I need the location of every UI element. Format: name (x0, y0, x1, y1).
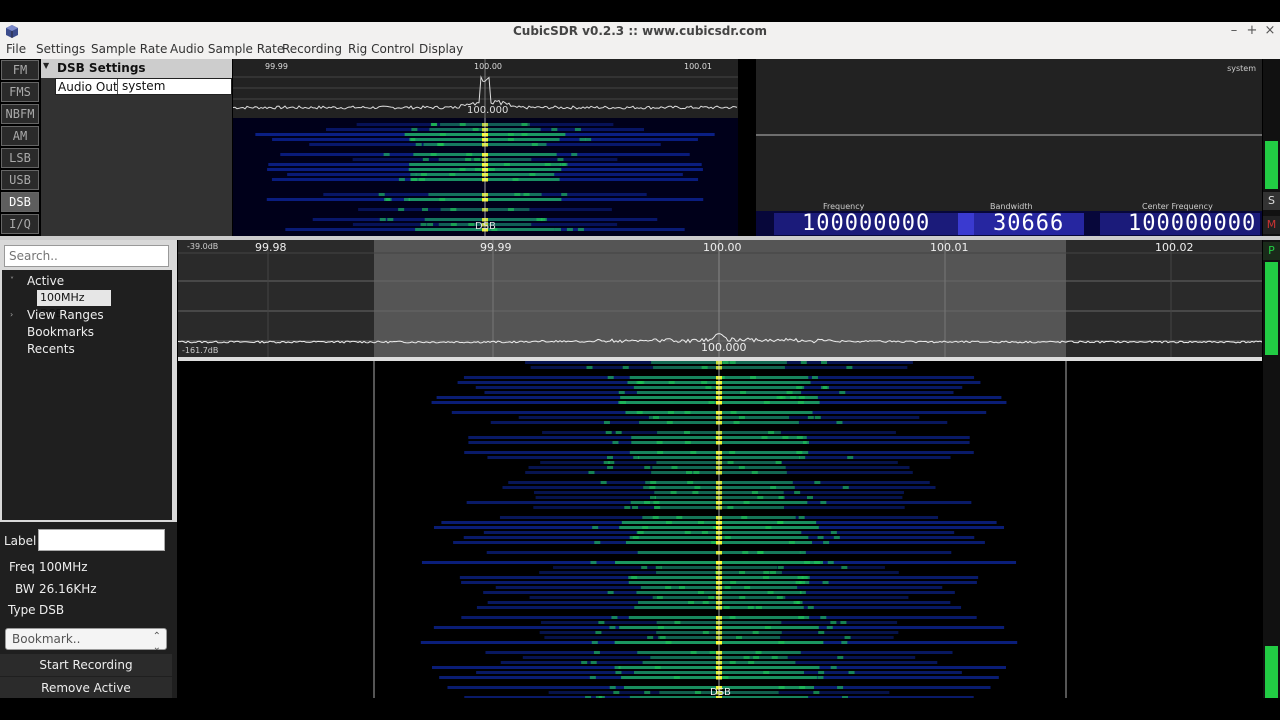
mini-center-freq: 100.000 (467, 105, 509, 116)
visible-range-highlight (374, 240, 1066, 357)
label-caption: Label (4, 534, 37, 548)
type-value: DSB (39, 603, 65, 617)
settings-title: DSB Settings (57, 61, 146, 75)
bandwidth-caption: Bandwidth (990, 202, 1033, 211)
screen-border-top (0, 0, 1280, 22)
menu-rig-control[interactable]: Rig Control (348, 42, 414, 56)
search-input[interactable] (4, 245, 169, 267)
menu-file[interactable]: File (6, 42, 26, 56)
audio-scope[interactable]: system (756, 59, 1262, 211)
tree-bookmarks[interactable]: Bookmarks (27, 325, 94, 339)
center-frequency-value[interactable]: 100000000 (1128, 213, 1256, 235)
collapse-arrow-icon[interactable]: ▼ (43, 61, 54, 75)
menu-settings[interactable]: Settings (36, 42, 85, 56)
audio-out-row[interactable]: Audio Out system (55, 78, 232, 95)
screen-border-bottom (0, 698, 1280, 720)
center-frequency-caption: Center Frequency (1142, 202, 1213, 211)
frequency-value[interactable]: 100000000 (802, 213, 930, 235)
mini-waterfall-plot (255, 118, 715, 236)
window-title: CubicSDR v0.2.3 :: www.cubicsdr.com (512, 24, 767, 38)
scope-device-label: system (1227, 64, 1256, 73)
type-caption: Type (8, 603, 36, 617)
meter-level-spectrum (1265, 262, 1278, 355)
main-center-freq: 100.000 (701, 341, 747, 354)
main-waterfall[interactable]: DSB (178, 361, 1262, 698)
minimize-button[interactable]: – (1226, 23, 1242, 38)
modem-settings-panel: ▼ DSB Settings Audio Out system (41, 59, 232, 236)
squelch-button[interactable]: S (1263, 192, 1280, 210)
db-top-label: -39.0dB (187, 242, 219, 251)
meter-level-top (1265, 141, 1278, 189)
mode-usb[interactable]: USB (1, 170, 39, 190)
mini-waterfall[interactable]: DSB (233, 118, 738, 236)
bookmark-select[interactable]: Bookmark.. ⌃ ⌄ (5, 628, 167, 653)
mode-fms[interactable]: FMS (1, 82, 39, 102)
frequency-bar: Frequency Bandwidth Center Frequency 100… (756, 202, 1262, 236)
main-spectrum-plot (178, 240, 1262, 357)
menu-sample-rate[interactable]: Sample Rate (91, 42, 167, 56)
maximize-button[interactable]: + (1244, 23, 1260, 38)
menu-recording[interactable]: Recording (282, 42, 342, 56)
bookmark-properties: Label Freq 100MHz BW 26.16KHz Type DSB B… (0, 522, 177, 720)
mini-tick-3: 100.01 (684, 62, 712, 71)
expand-view-ranges-icon[interactable]: › (10, 310, 13, 319)
bandwidth-value[interactable]: 30666 (993, 213, 1064, 235)
mini-tick-2: 100.00 (474, 62, 502, 71)
panel-separator (739, 59, 756, 236)
mode-fm[interactable]: FM (1, 60, 39, 80)
bandwidth-field-accent (958, 213, 974, 235)
mode-dsb[interactable]: DSB (1, 192, 39, 212)
freq-caption: Freq (9, 560, 35, 574)
label-input[interactable] (38, 529, 165, 551)
mini-tick-1: 99.99 (265, 62, 288, 71)
db-bottom-label: -161.7dB (182, 346, 219, 355)
signal-meter-top[interactable]: S M (1263, 59, 1280, 236)
settings-header[interactable]: ▼ DSB Settings (41, 59, 232, 78)
tree-active[interactable]: Active (27, 274, 64, 288)
bookmark-select-value: Bookmark.. (12, 632, 81, 646)
bookmark-panel: ˅ Active 100MHz DSB › View Ranges Bookma… (0, 240, 177, 720)
mode-iq[interactable]: I/Q (1, 214, 39, 234)
mini-spectrum[interactable]: 99.99 100.00 100.01 100.000 (233, 59, 738, 118)
audio-out-value[interactable]: system (117, 79, 165, 94)
mode-lsb[interactable]: LSB (1, 148, 39, 168)
tree-recents[interactable]: Recents (27, 342, 75, 356)
updown-caret-icon: ⌃ ⌄ (152, 631, 161, 653)
mute-button[interactable]: M (1263, 216, 1280, 234)
freq-value: 100MHz (39, 560, 88, 574)
main-spectrum[interactable]: -39.0dB -161.7dB 99.98 99.99 100.00 100.… (178, 240, 1262, 357)
frequency-caption: Frequency (823, 202, 865, 211)
tick-100-01: 100.01 (930, 241, 969, 254)
expand-active-icon[interactable]: ˅ (10, 276, 14, 285)
meter-level-waterfall (1265, 646, 1278, 698)
menu-display[interactable]: Display (419, 42, 463, 56)
mode-nbfm[interactable]: NBFM (1, 104, 39, 124)
tree-view-ranges[interactable]: View Ranges (27, 308, 104, 322)
cubicsdr-window: CubicSDR v0.2.3 :: www.cubicsdr.com – + … (0, 0, 1280, 720)
bw-caption: BW (15, 582, 35, 596)
remove-active-button[interactable]: Remove Active (0, 677, 172, 699)
close-button[interactable]: × (1262, 23, 1278, 38)
tick-99-99: 99.99 (480, 241, 512, 254)
bookmark-tree: ˅ Active 100MHz DSB › View Ranges Bookma… (2, 270, 172, 520)
mode-selector: FM FMS NBFM AM LSB USB DSB I/Q (0, 59, 40, 236)
tick-99-98: 99.98 (255, 241, 287, 254)
peak-hold-button[interactable]: P (1263, 242, 1280, 260)
scope-plot (756, 134, 1262, 136)
start-recording-button[interactable]: Start Recording (0, 654, 172, 676)
main-mode-label: DSB (710, 687, 731, 698)
tree-active-item[interactable]: 100MHz DSB (37, 290, 111, 320)
main-waterfall-plot (373, 361, 1067, 698)
mode-am[interactable]: AM (1, 126, 39, 146)
bw-value: 26.16KHz (39, 582, 97, 596)
audio-out-label: Audio Out (58, 80, 118, 94)
menu-audio-sample-rate[interactable]: Audio Sample Rate (170, 42, 284, 56)
signal-meter-main[interactable]: P (1263, 240, 1280, 700)
menu-bar: File Settings Sample Rate Audio Sample R… (0, 41, 1280, 59)
mini-mode-label: DSB (475, 221, 496, 232)
tick-100-02: 100.02 (1155, 241, 1194, 254)
tick-100-00: 100.00 (703, 241, 742, 254)
title-bar: CubicSDR v0.2.3 :: www.cubicsdr.com – + … (0, 22, 1280, 41)
